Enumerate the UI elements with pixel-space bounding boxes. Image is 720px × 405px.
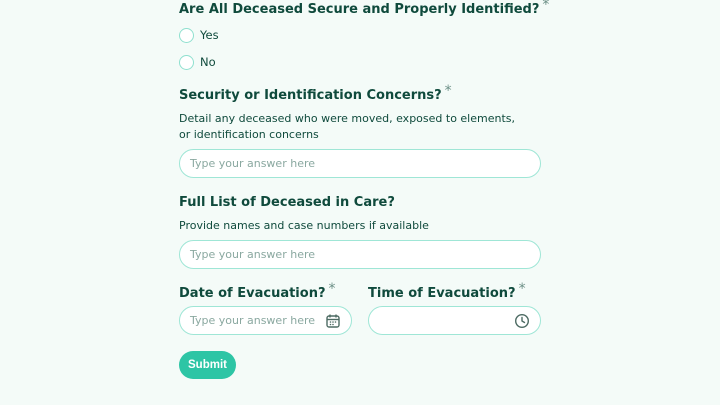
required-mark: * [518,281,526,297]
concerns-input-placeholder: Type your answer here [190,157,316,170]
radio-button-yes[interactable] [179,27,194,43]
calendar-icon[interactable] [325,313,341,329]
concerns-input[interactable]: Type your answer here [179,149,541,178]
question-date-text: Date of Evacuation? [179,286,326,301]
required-mark: * [444,83,452,99]
date-input[interactable]: Type your answer here [179,306,352,335]
question-date-title: Date of Evacuation? * [179,281,336,301]
question-list-text: Full List of Deceased in Care? [179,195,395,210]
radio-option-no[interactable]: No [179,53,216,71]
deceased-list-input[interactable]: Type your answer here [179,240,541,269]
question-concerns-text: Security or Identification Concerns? [179,88,442,103]
question-time-text: Time of Evacuation? [368,286,516,301]
clock-icon[interactable] [514,313,530,329]
deceased-list-input-placeholder: Type your answer here [190,248,316,261]
date-input-placeholder: Type your answer here [190,314,316,327]
question-secure-text: Are All Deceased Secure and Properly Ide… [179,2,540,17]
question-concerns-description: Detail any deceased who were moved, expo… [179,112,516,141]
question-list-description: Provide names and case numbers if availa… [179,219,429,232]
radio-label-no: No [200,55,216,69]
question-concerns-title: Security or Identification Concerns? * [179,83,452,103]
question-time-title: Time of Evacuation? * [368,281,526,301]
required-mark: * [328,281,336,297]
time-input[interactable] [368,306,541,335]
radio-option-yes[interactable]: Yes [179,26,219,44]
question-secure-title: Are All Deceased Secure and Properly Ide… [179,0,550,17]
radio-button-no[interactable] [179,54,194,70]
question-list-title: Full List of Deceased in Care? [179,195,395,210]
required-mark: * [542,0,550,13]
radio-label-yes: Yes [200,28,219,42]
submit-button[interactable]: Submit [179,351,236,379]
